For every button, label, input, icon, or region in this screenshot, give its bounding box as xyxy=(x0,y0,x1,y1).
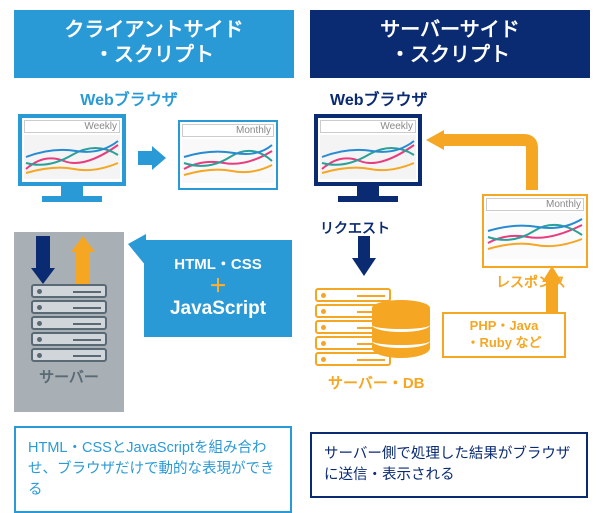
server-header: サーバーサイド ・スクリプト xyxy=(310,10,590,78)
server-caption: サーバー側で処理した結果がブラウザに送信・表示される xyxy=(310,432,588,498)
browser-monitor-right: Weekly xyxy=(314,114,422,202)
bubble-js: JavaScript xyxy=(170,298,266,319)
monthly-panel-left: Monthly xyxy=(178,120,278,190)
server-stage: Weekly リクエスト xyxy=(310,110,590,420)
browser-label-left: Webブラウザ xyxy=(0,86,294,110)
arrow-right-icon xyxy=(138,146,166,170)
client-caption: HTML・CSSとJavaScriptを組み合わせ、ブラウザだけで動的な表現がで… xyxy=(14,426,292,513)
client-header: クライアントサイド ・スクリプト xyxy=(14,10,294,78)
arrow-up-icon xyxy=(76,236,90,284)
chart-weekly-label-l: Weekly xyxy=(24,120,120,133)
response-label: レスポンス xyxy=(496,272,566,292)
server-side-panel: サーバーサイド ・スクリプト Webブラウザ Weekly xyxy=(310,10,590,420)
server-header-l1: サーバーサイド xyxy=(380,19,519,41)
server-header-l2: ・スクリプト xyxy=(390,44,510,66)
request-arrow-icon xyxy=(348,236,388,286)
chart-weekly-icon xyxy=(24,135,120,179)
bubble-htmlcss: HTML・CSS xyxy=(174,256,262,273)
server-label-left: サーバー xyxy=(14,366,124,387)
server-db-label: サーバー・DB xyxy=(328,372,425,393)
tech-line2: ・Ruby など xyxy=(466,335,541,350)
server-area-left: サーバー xyxy=(14,232,124,412)
bubble-plus: ＋ xyxy=(156,277,280,295)
browser-label-right: Webブラウザ xyxy=(330,86,590,110)
chart-monthly-label-l: Monthly xyxy=(182,124,274,137)
chart-weekly-label-r: Weekly xyxy=(320,120,416,133)
client-header-l1: クライアントサイド xyxy=(64,19,243,41)
chart-monthly-icon xyxy=(182,139,274,183)
server-stack-icon xyxy=(14,284,124,362)
database-icon xyxy=(372,300,430,358)
client-side-panel: クライアントサイド ・スクリプト Webブラウザ Weekly xyxy=(14,10,294,420)
tech-line1: PHP・Java xyxy=(470,318,539,333)
chart-weekly-icon-r xyxy=(320,135,416,179)
client-stage: Weekly Monthly xyxy=(14,110,294,420)
server-tech-box: PHP・Java ・Ruby など xyxy=(442,312,566,358)
chart-monthly-label-r: Monthly xyxy=(486,198,584,211)
chart-monthly-icon-r xyxy=(486,213,584,259)
client-header-l2: ・スクリプト xyxy=(94,44,214,66)
browser-monitor-left: Weekly xyxy=(18,114,126,202)
tech-bubble: HTML・CSS ＋ JavaScript xyxy=(144,240,292,337)
request-label: リクエスト xyxy=(320,218,390,238)
arrow-down-icon xyxy=(36,236,50,284)
monthly-panel-right: Monthly xyxy=(482,194,588,268)
